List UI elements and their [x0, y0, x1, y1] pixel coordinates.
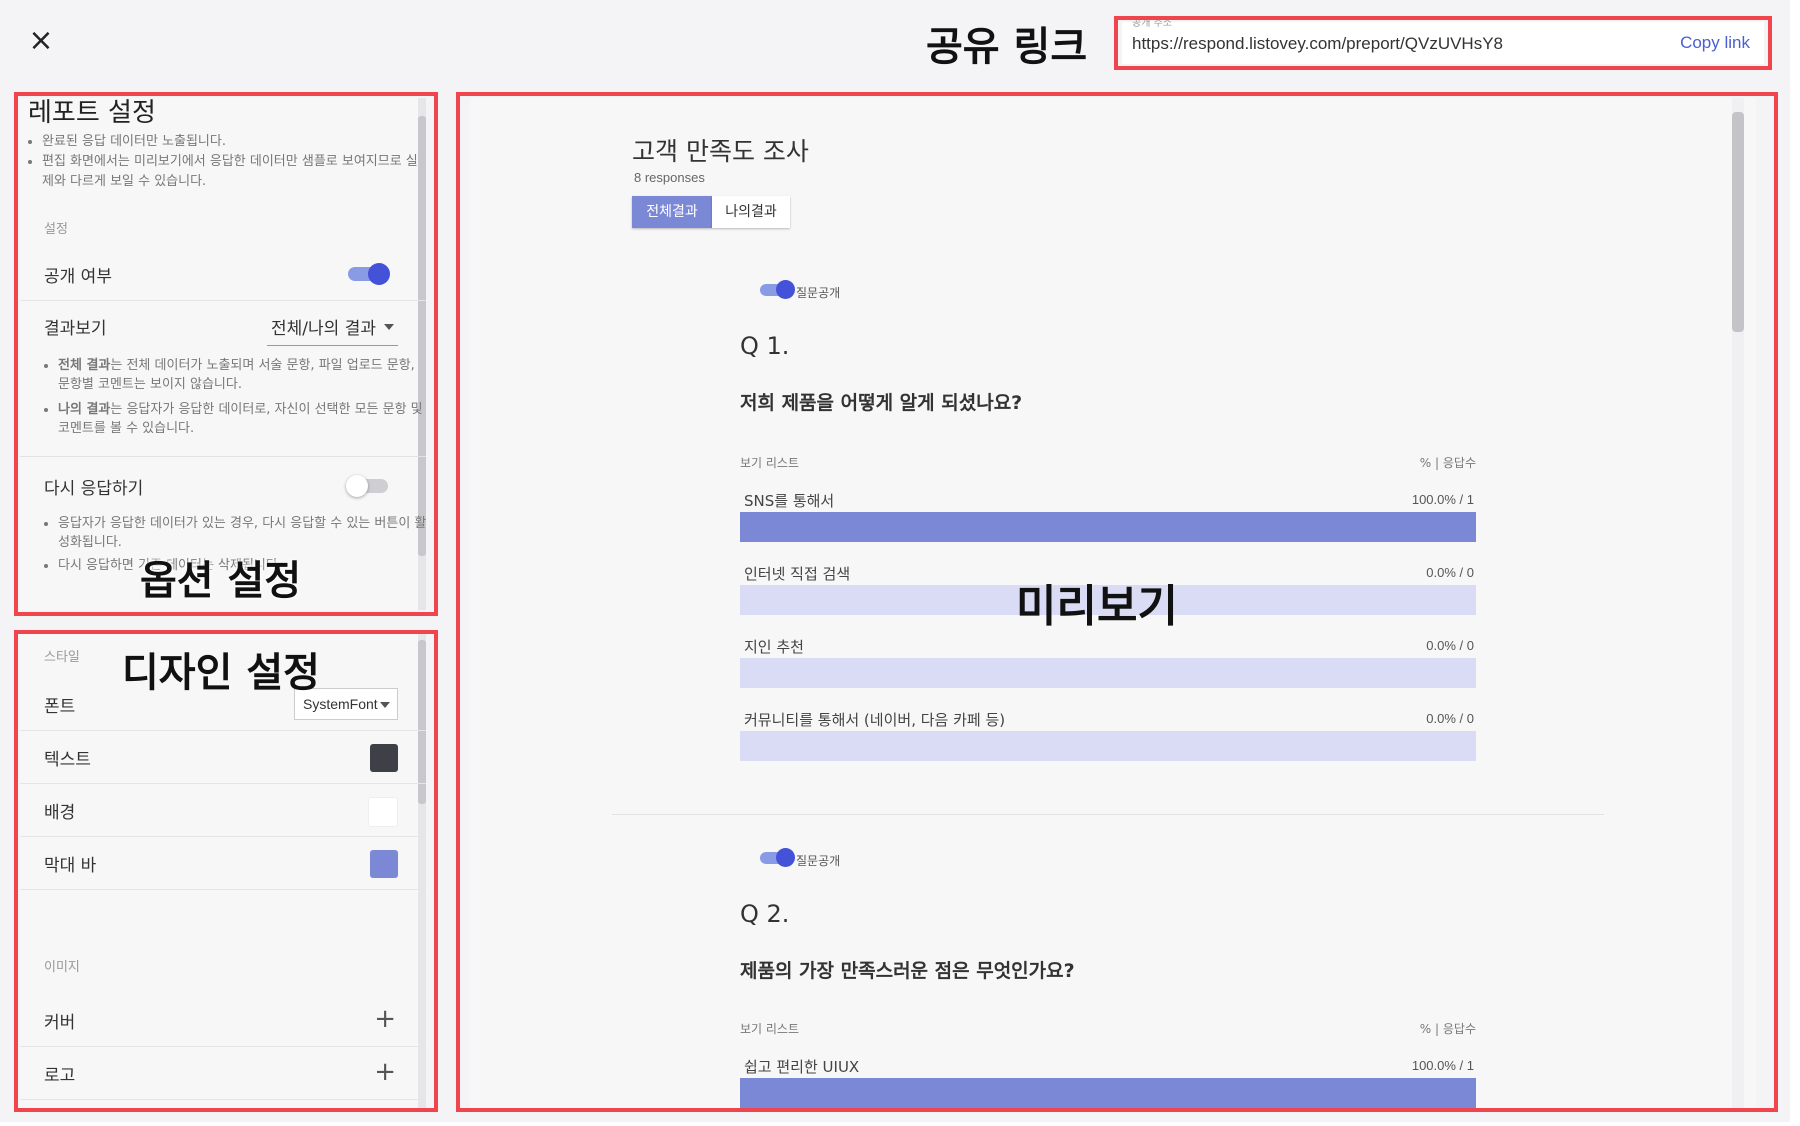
option-item: SNS를 통해서 100.0% / 1 [740, 490, 1476, 556]
design-panel: 스타일 폰트 SystemFont 텍스트 배경 막대 바 이미지 커버 + 로… [20, 634, 426, 1108]
public-toggle[interactable] [348, 263, 390, 285]
toggle-knob [776, 848, 795, 867]
option-item: 커뮤니티를 통해서 (네이버, 다음 카페 등) 0.0% / 0 [740, 709, 1476, 775]
share-link-field[interactable]: 공개 주소 https://respond.listovey.com/prepo… [1122, 18, 1764, 64]
question-public-toggle[interactable] [760, 848, 795, 867]
note-bold: 전체 결과 [58, 358, 111, 373]
plus-icon[interactable]: + [374, 1004, 396, 1034]
settings-section-label: 설정 [44, 222, 68, 237]
option-label: 지인 추천 [744, 638, 804, 656]
style-section-label: 스타일 [44, 650, 80, 665]
copy-link-button[interactable]: Copy link [1680, 33, 1750, 53]
question-number: Q 2. [740, 900, 790, 928]
report-settings-title: 레포트 설정 [28, 98, 156, 128]
question-number: Q 1. [740, 332, 790, 360]
toggle-knob [368, 263, 390, 285]
options-divider [20, 456, 426, 457]
share-link-annotation: 공유 링크 [926, 24, 1088, 70]
cover-label: 커버 [44, 1013, 76, 1033]
option-list-label: 보기 리스트 [740, 1022, 800, 1036]
text-color-label: 텍스트 [44, 750, 91, 770]
question-public-toggle[interactable] [760, 280, 795, 299]
options-annotation: 옵션 설정 [140, 558, 302, 604]
bar-color-label: 막대 바 [44, 856, 97, 876]
tab-all-results[interactable]: 전체결과 [632, 196, 712, 228]
close-icon[interactable]: × [26, 26, 56, 56]
note-bold: 나의 결과 [58, 402, 111, 417]
option-label: 쉽고 편리한 UIUX [744, 1058, 860, 1076]
result-view-note: 나의 결과는 응답자가 응답한 데이터로, 자신이 선택한 모든 문항 및 코멘… [58, 400, 426, 438]
toggle-knob [346, 475, 368, 497]
option-value: 0.0% / 0 [1426, 711, 1474, 726]
result-view-select[interactable]: 전체/나의 결과 [267, 312, 398, 346]
logo-row: 로고 + [20, 1047, 426, 1100]
preview-annotation: 미리보기 [1016, 581, 1178, 632]
question-divider [612, 814, 1604, 815]
note-text: 는 전체 데이터가 노출되며 서술 문항, 파일 업로드 문항, 문항별 코멘트… [58, 358, 415, 392]
option-label: 인터넷 직접 검색 [744, 565, 851, 583]
respond-again-toggle[interactable] [346, 475, 388, 497]
metric-label: % | 응답수 [1419, 456, 1476, 470]
background-color-row: 배경 [20, 784, 426, 837]
background-color-swatch[interactable] [368, 797, 398, 827]
question-public-label: 질문공개 [796, 854, 841, 868]
share-link-label: 공개 주소 [1132, 18, 1172, 29]
note-text: 는 응답자가 응답한 데이터로, 자신이 선택한 모든 문항 및 코멘트를 볼 … [58, 402, 423, 436]
report-notes: 완료된 응답 데이터만 노출됩니다. 편집 화면에서는 미리보기에서 응답한 데… [28, 132, 420, 192]
public-row: 공개 여부 [20, 248, 426, 301]
preview-scroll-thumb[interactable] [1732, 112, 1744, 332]
bar-color-swatch[interactable] [370, 850, 398, 878]
text-color-row: 텍스트 [20, 731, 426, 784]
option-value: 0.0% / 0 [1426, 638, 1474, 653]
option-bar-track [740, 731, 1476, 761]
result-view-notes: 전체 결과는 전체 데이터가 노출되며 서술 문항, 파일 업로드 문항, 문항… [28, 356, 426, 438]
option-bar-fill [740, 512, 1476, 542]
report-note: 완료된 응답 데이터만 노출됩니다. [42, 132, 420, 152]
logo-label: 로고 [44, 1066, 76, 1086]
option-list-header: 보기 리스트 % | 응답수 [740, 1020, 1476, 1037]
option-bar-fill [740, 1078, 1476, 1108]
share-link-url[interactable]: https://respond.listovey.com/preport/QVz… [1132, 34, 1503, 54]
text-color-swatch[interactable] [370, 744, 398, 772]
option-bar-track [740, 1078, 1476, 1108]
public-label: 공개 여부 [44, 267, 112, 287]
response-count: 8 responses [634, 170, 705, 185]
respond-again-note: 응답자가 응답한 데이터가 있는 경우, 다시 응답할 수 있는 버튼이 활성화… [58, 514, 426, 552]
question-text: 저희 제품을 어떻게 알게 되셨나요? [740, 392, 1023, 414]
respond-again-label: 다시 응답하기 [44, 479, 144, 499]
result-view-note: 전체 결과는 전체 데이터가 노출되며 서술 문항, 파일 업로드 문항, 문항… [58, 356, 426, 394]
option-item: 지인 추천 0.0% / 0 [740, 636, 1476, 702]
option-list-header: 보기 리스트 % | 응답수 [740, 454, 1476, 471]
cover-row: 커버 + [20, 994, 426, 1047]
option-item: 쉽고 편리한 UIUX 100.0% / 1 [740, 1056, 1476, 1108]
image-section-label: 이미지 [44, 960, 80, 975]
question-public-label: 질문공개 [796, 286, 841, 300]
background-color-label: 배경 [44, 803, 76, 823]
bar-color-row: 막대 바 [20, 837, 426, 890]
respond-again-row: 다시 응답하기 [20, 460, 426, 512]
result-view-label: 결과보기 [44, 319, 107, 339]
metric-label: % | 응답수 [1419, 1022, 1476, 1036]
font-label: 폰트 [44, 697, 76, 717]
result-view-row: 결과보기 전체/나의 결과 [20, 300, 426, 352]
option-value: 100.0% / 1 [1411, 492, 1474, 507]
report-settings-window: × 공유 링크 공개 주소 https://respond.listovey.c… [0, 0, 1790, 1122]
report-note: 편집 화면에서는 미리보기에서 응답한 데이터만 샘플로 보여지므로 실제와 다… [42, 152, 420, 192]
plus-icon[interactable]: + [374, 1057, 396, 1087]
option-bar-track [740, 658, 1476, 688]
options-panel: 레포트 설정 완료된 응답 데이터만 노출됩니다. 편집 화면에서는 미리보기에… [20, 98, 426, 610]
tab-my-results[interactable]: 나의결과 [712, 196, 790, 228]
option-label: 커뮤니티를 통해서 (네이버, 다음 카페 등) [744, 711, 1006, 729]
survey-title: 고객 만족도 조사 [632, 137, 809, 166]
option-value: 100.0% / 1 [1411, 1058, 1474, 1073]
design-annotation: 디자인 설정 [122, 650, 320, 696]
option-list-label: 보기 리스트 [740, 456, 800, 470]
option-value: 0.0% / 0 [1426, 565, 1474, 580]
toggle-knob [776, 280, 795, 299]
option-label: SNS를 통해서 [744, 492, 835, 510]
option-bar-track [740, 512, 1476, 542]
question-text: 제품의 가장 만족스러운 점은 무엇인가요? [740, 960, 1075, 982]
